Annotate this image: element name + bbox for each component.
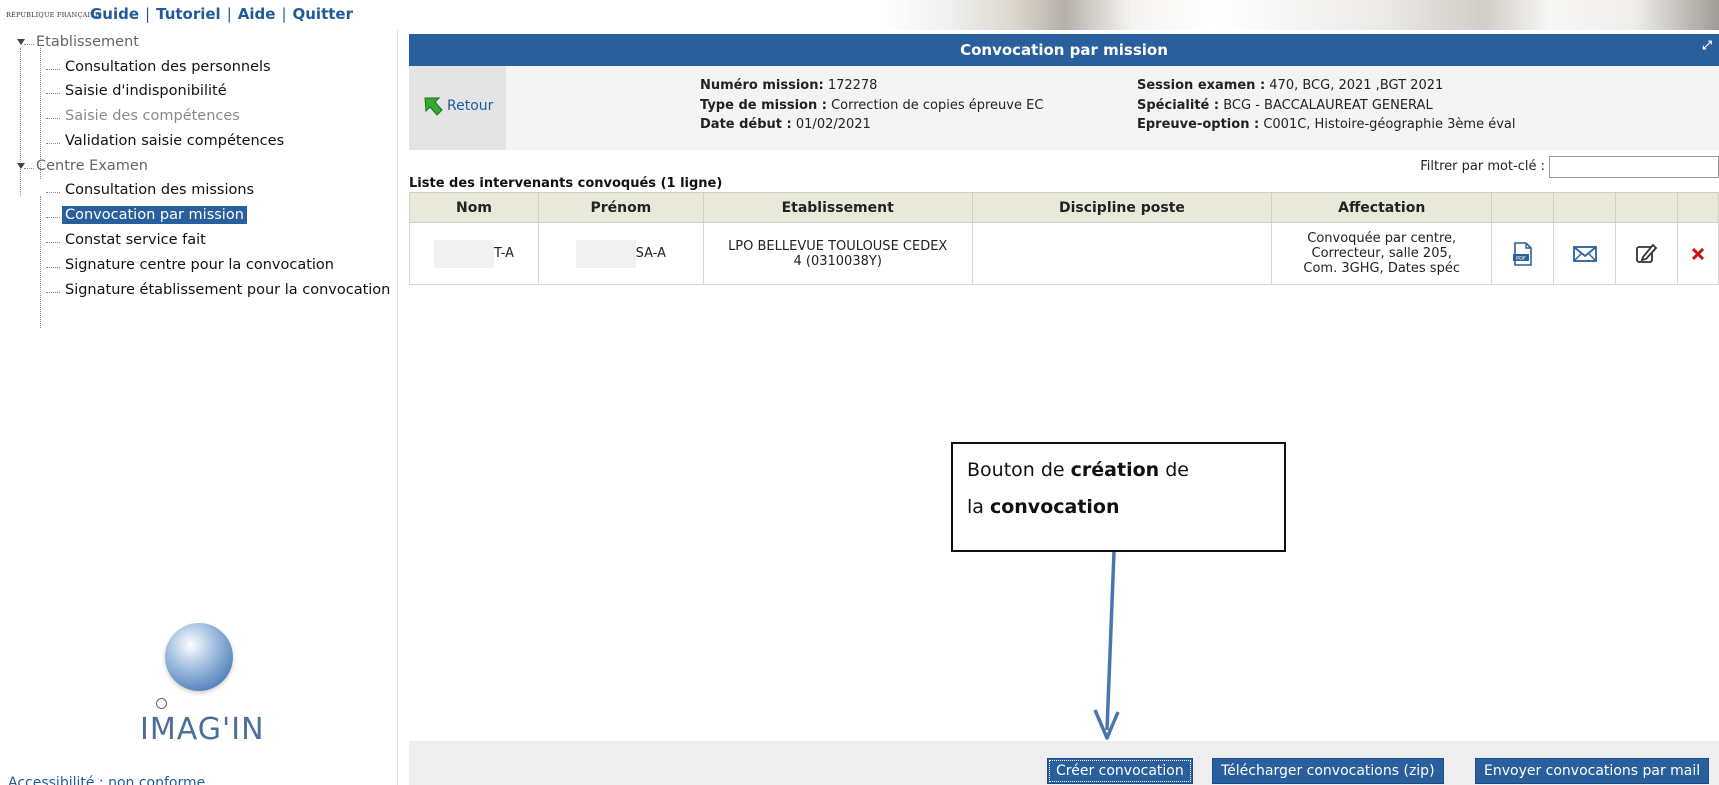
redacted-block (575, 239, 636, 268)
filter-input[interactable] (1549, 156, 1719, 178)
header-banner-image (880, 0, 1719, 30)
accessibility-link[interactable]: Accessibilité : non conforme (8, 775, 205, 785)
list-title: Liste des intervenants convoqués (1 lign… (409, 176, 723, 191)
mission-info-box: Retour Numéro mission: 172278 Type de mi… (409, 66, 1719, 150)
sidebar: Etablissement Consultation des personnel… (0, 30, 398, 785)
column-header-etablissement[interactable]: Etablissement (702, 192, 973, 223)
mission-number: Numéro mission: 172278 (700, 78, 878, 93)
cell-prenom: SA-A (537, 222, 704, 285)
guide-link[interactable]: Guide (90, 5, 139, 23)
epreuve-option: Epreuve-option : C001C, Histoire-géograp… (1137, 117, 1516, 132)
top-links: Guide | Tutoriel | Aide | Quitter (90, 5, 353, 23)
cell-discipline (971, 222, 1273, 285)
logo-orb-icon (165, 623, 233, 691)
column-header-prenom[interactable]: Prénom (537, 192, 704, 223)
page-title: Convocation par mission (960, 41, 1168, 59)
sidebar-item-validation-competences[interactable]: Validation saisie compétences (46, 133, 287, 149)
column-header-affectation[interactable]: Affectation (1271, 192, 1493, 223)
sidebar-item-signature-centre[interactable]: Signature centre pour la convocation (46, 257, 337, 273)
sidebar-item-convocation-mission[interactable]: Convocation par mission (46, 206, 247, 224)
filter-label: Filtrer par mot-clé : (1420, 159, 1545, 174)
cell-nom: T-A (409, 222, 539, 285)
redacted-block (433, 239, 494, 268)
sidebar-item-signature-etablissement[interactable]: Signature établissement pour la convocat… (46, 282, 393, 298)
sidebar-item-saisie-competences: Saisie des compétences (46, 108, 243, 124)
table-header-row: Nom Prénom Etablissement Discipline post… (409, 192, 1719, 223)
column-header-mail (1553, 192, 1617, 223)
sidebar-item-saisie-indisponibilite[interactable]: Saisie d'indisponibilité (46, 83, 230, 99)
annotation-arrow-icon (1093, 551, 1120, 740)
aide-link[interactable]: Aide (238, 5, 276, 23)
mission-info-col1: Numéro mission: 172278 Type de mission :… (700, 76, 1043, 135)
speciality: Spécialité : BCG - BACCALAUREAT GENERAL (1137, 97, 1433, 113)
column-header-discipline[interactable]: Discipline poste (971, 192, 1273, 223)
mission-info-col2: Session examen : 470, BCG, 2021 ,BGT 202… (1137, 76, 1515, 135)
column-header-nom[interactable]: Nom (409, 192, 539, 223)
main-panel: Convocation par mission ⤢ Retour Numéro … (409, 34, 1719, 785)
sidebar-item-consultation-personnels[interactable]: Consultation des personnels (46, 59, 274, 75)
cell-pdf: PDF (1491, 222, 1555, 285)
retour-button[interactable]: Retour (409, 66, 506, 150)
cell-edit (1615, 222, 1678, 285)
page-title-bar: Convocation par mission ⤢ (409, 34, 1719, 66)
create-convocation-button[interactable]: Créer convocation (1047, 758, 1193, 784)
send-convocations-button[interactable]: Envoyer convocations par mail (1475, 758, 1710, 784)
republique-francaise-logo: République Française (6, 11, 100, 19)
sidebar-item-constat-service[interactable]: Constat service fait (46, 232, 209, 248)
cell-affectation: Convoquée par centre, Correcteur, salle … (1271, 222, 1493, 285)
mission-start-date: Date début : 01/02/2021 (700, 117, 871, 132)
expand-icon[interactable]: ⤢ (1699, 39, 1715, 60)
tree-connector (40, 196, 41, 328)
annotation-callout: Bouton de création de la convocation (951, 442, 1286, 552)
download-convocations-button[interactable]: Télécharger convocations (zip) (1212, 758, 1444, 784)
logo-text: IMAG'IN (140, 712, 265, 747)
column-header-delete (1676, 192, 1719, 223)
table-row: T-A SA-A LPO BELLEVUE TOULOUSE CEDEX 4 (… (409, 222, 1719, 285)
svg-text:PDF: PDF (1516, 256, 1526, 262)
back-arrow-icon (424, 97, 443, 116)
mail-icon[interactable] (1572, 241, 1598, 267)
pdf-icon[interactable]: PDF (1510, 241, 1536, 267)
column-header-edit (1615, 192, 1678, 223)
column-header-pdf (1491, 192, 1555, 223)
exam-session: Session examen : 470, BCG, 2021 ,BGT 202… (1137, 78, 1444, 93)
cell-mail (1553, 222, 1617, 285)
intervenants-table: Nom Prénom Etablissement Discipline post… (409, 192, 1719, 285)
tree-group-etablissement[interactable]: Etablissement (17, 34, 139, 50)
mission-type: Type de mission : Correction de copies é… (700, 97, 1044, 113)
imagin-logo: IMAG'IN (140, 590, 300, 780)
quitter-link[interactable]: Quitter (293, 5, 353, 23)
cell-delete (1676, 222, 1719, 285)
delete-icon[interactable] (1685, 241, 1711, 267)
edit-icon[interactable] (1633, 241, 1659, 267)
sidebar-item-consultation-missions[interactable]: Consultation des missions (46, 182, 257, 198)
tutoriel-link[interactable]: Tutoriel (156, 5, 221, 23)
action-bar: Créer convocation Télécharger convocatio… (409, 741, 1719, 785)
top-bar: République Française Guide | Tutoriel | Aide… (0, 0, 1719, 30)
logo-drop-icon (156, 698, 167, 709)
cell-etablissement: LPO BELLEVUE TOULOUSE CEDEX 4 (0310038Y) (702, 222, 973, 285)
tree-group-centre-examen[interactable]: Centre Examen (17, 158, 148, 174)
